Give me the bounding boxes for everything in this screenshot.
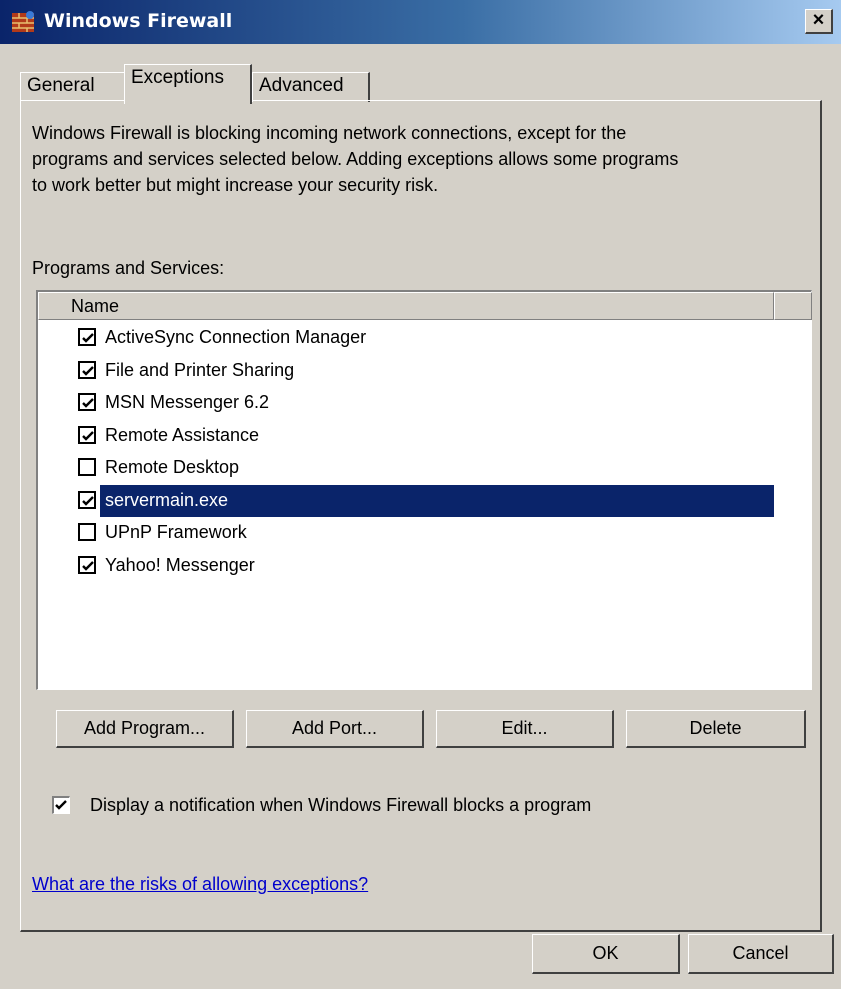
item-label: servermain.exe [105, 489, 229, 510]
title-bar[interactable]: Windows Firewall × [0, 0, 841, 44]
list-item[interactable]: Yahoo! Messenger [38, 550, 774, 582]
add-port-button[interactable]: Add Port... [246, 710, 424, 748]
column-header-name[interactable]: Name [38, 292, 774, 320]
item-checkbox[interactable] [78, 425, 96, 444]
notification-label: Display a notification when Windows Fire… [90, 795, 592, 815]
tab-exceptions-label: Exceptions [131, 67, 224, 88]
close-button[interactable]: × [805, 9, 833, 34]
item-checkbox[interactable] [78, 458, 96, 476]
list-item[interactable]: Remote Desktop [38, 452, 774, 484]
item-checkbox[interactable] [78, 523, 96, 541]
item-label: Remote Desktop [105, 457, 240, 477]
tab-general-label: General [27, 75, 95, 96]
item-label: UPnP Framework [105, 522, 247, 542]
item-checkbox[interactable] [78, 490, 96, 509]
item-label: File and Printer Sharing [105, 359, 295, 380]
item-label: MSN Messenger 6.2 [105, 392, 270, 412]
window-title: Windows Firewall [44, 10, 233, 32]
firewall-icon [12, 11, 34, 32]
risks-help-link[interactable]: What are the risks of allowing exception… [32, 874, 368, 895]
item-label: ActiveSync Connection Manager [105, 327, 367, 347]
list-item[interactable]: ActiveSync Connection Manager [38, 322, 774, 354]
list-item[interactable]: UPnP Framework [38, 517, 774, 549]
tab-advanced[interactable]: Advanced [252, 72, 370, 102]
checkmark-icon [82, 430, 94, 441]
item-checkbox[interactable] [78, 393, 96, 411]
tab-exceptions[interactable]: Exceptions [124, 64, 252, 104]
list-item[interactable]: servermain.exe [38, 484, 774, 517]
checkmark-icon [82, 560, 94, 571]
close-icon: × [812, 9, 825, 31]
checkmark-icon [82, 495, 94, 506]
item-checkbox[interactable] [78, 555, 96, 574]
list-header: Name [38, 292, 812, 320]
checkmark-icon [55, 800, 67, 810]
ok-button[interactable]: OK [532, 934, 680, 974]
item-label: Yahoo! Messenger [105, 554, 255, 575]
cancel-button[interactable]: Cancel [688, 934, 834, 974]
list-item[interactable]: Remote Assistance [38, 420, 774, 452]
programs-list[interactable]: Name ActiveSync Connection Manager File a… [36, 290, 812, 690]
item-checkbox[interactable] [78, 360, 96, 379]
notification-checkbox[interactable] [52, 796, 70, 814]
add-program-button[interactable]: Add Program... [56, 710, 234, 748]
checkmark-icon [82, 365, 94, 376]
programs-label: Programs and Services: [32, 258, 225, 278]
description-text: Windows Firewall is blocking incoming ne… [32, 123, 679, 195]
checkmark-icon [82, 398, 94, 408]
edit-button[interactable]: Edit... [436, 710, 614, 748]
column-header-blank [774, 292, 812, 320]
tab-advanced-label: Advanced [259, 75, 344, 96]
checkmark-icon [82, 333, 94, 343]
tab-general[interactable]: General [20, 72, 130, 102]
firewall-dialog: Windows Firewall × General Exceptions Ad… [0, 0, 841, 989]
list-item[interactable]: MSN Messenger 6.2 [38, 387, 774, 419]
item-checkbox[interactable] [78, 328, 96, 346]
list-item[interactable]: File and Printer Sharing [38, 355, 774, 387]
delete-button[interactable]: Delete [626, 710, 806, 748]
item-label: Remote Assistance [105, 424, 260, 445]
